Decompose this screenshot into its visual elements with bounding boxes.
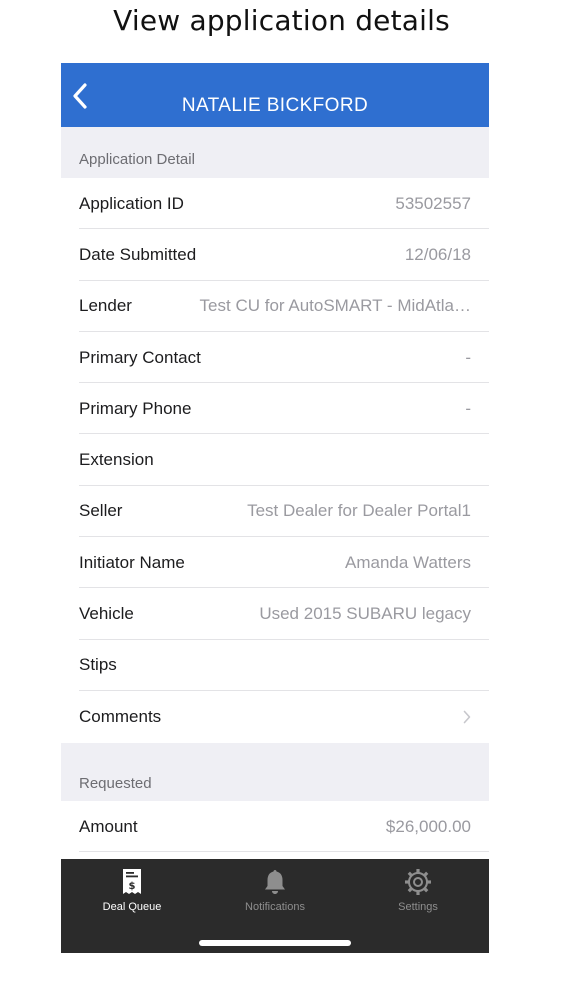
row-label: Seller	[79, 501, 123, 521]
tab-label: Deal Queue	[102, 901, 162, 913]
row-value: Test Dealer for Dealer Portal1	[247, 501, 471, 521]
detail-row-lender[interactable]: Lender Test CU for AutoSMART - MidAtla…	[61, 281, 489, 333]
row-label: Initiator Name	[79, 552, 185, 572]
tab-notifications[interactable]: Notifications	[204, 859, 346, 929]
page-title: NATALIE BICKFORD	[181, 95, 369, 116]
row-label: Lender	[79, 296, 132, 316]
row-label: Application ID	[79, 193, 184, 213]
detail-row-application-id[interactable]: Application ID 53502557	[61, 178, 489, 230]
detail-row-initiator-name[interactable]: Initiator Name Amanda Watters	[61, 537, 489, 589]
detail-row-stips[interactable]: Stips	[61, 640, 489, 692]
section-header-application-detail: Application Detail	[61, 127, 489, 178]
row-label: Vehicle	[79, 604, 134, 624]
detail-row-primary-phone[interactable]: Primary Phone -	[61, 383, 489, 435]
home-indicator[interactable]	[199, 940, 351, 946]
gear-icon	[405, 869, 431, 895]
tab-deal-queue[interactable]: $ Deal Queue	[61, 859, 203, 929]
row-value: -	[465, 398, 471, 418]
row-value: Test CU for AutoSMART - MidAtla…	[199, 296, 471, 316]
chevron-right-icon	[463, 710, 471, 723]
row-label: Primary Phone	[79, 398, 192, 418]
row-label: Primary Contact	[79, 347, 201, 367]
requested-row-amount[interactable]: Amount $26,000.00	[61, 801, 489, 853]
detail-row-extension[interactable]: Extension	[61, 434, 489, 487]
row-label: Amount	[79, 816, 138, 836]
row-value: $26,000.00	[385, 816, 471, 836]
tab-label: Settings	[398, 901, 438, 913]
application-detail-list: Application ID 53502557 Date Submitted 1…	[61, 178, 489, 742]
phone-screen: NATALIE BICKFORD Application Detail Appl…	[61, 63, 489, 953]
row-label: Comments	[79, 706, 162, 726]
row-value: 53502557	[395, 193, 471, 213]
row-value: Amanda Watters	[345, 552, 471, 572]
bell-icon	[265, 870, 285, 894]
receipt-dollar-icon: $	[123, 869, 141, 894]
detail-row-primary-contact[interactable]: Primary Contact -	[61, 332, 489, 384]
page-caption: View application details	[113, 4, 450, 37]
tab-bar: $ Deal Queue Notifications Settings	[61, 859, 489, 953]
tab-settings[interactable]: Settings	[347, 859, 489, 929]
row-value: Used 2015 SUBARU legacy	[259, 604, 471, 624]
row-label: Stips	[79, 655, 117, 675]
row-label: Extension	[79, 450, 154, 470]
row-value: -	[465, 347, 471, 367]
section-header-requested: Requested	[61, 743, 489, 801]
row-value: 12/06/18	[404, 244, 471, 264]
detail-row-comments[interactable]: Comments	[61, 691, 489, 742]
tab-label: Notifications	[245, 901, 305, 913]
detail-row-vehicle[interactable]: Vehicle Used 2015 SUBARU legacy	[61, 588, 489, 640]
svg-text:$: $	[129, 881, 136, 892]
detail-row-seller[interactable]: Seller Test Dealer for Dealer Portal1	[61, 486, 489, 538]
detail-row-date-submitted[interactable]: Date Submitted 12/06/18	[61, 229, 489, 281]
row-label: Date Submitted	[79, 244, 197, 264]
requested-list: Amount $26,000.00	[61, 801, 489, 853]
navigation-bar: NATALIE BICKFORD	[61, 63, 489, 127]
